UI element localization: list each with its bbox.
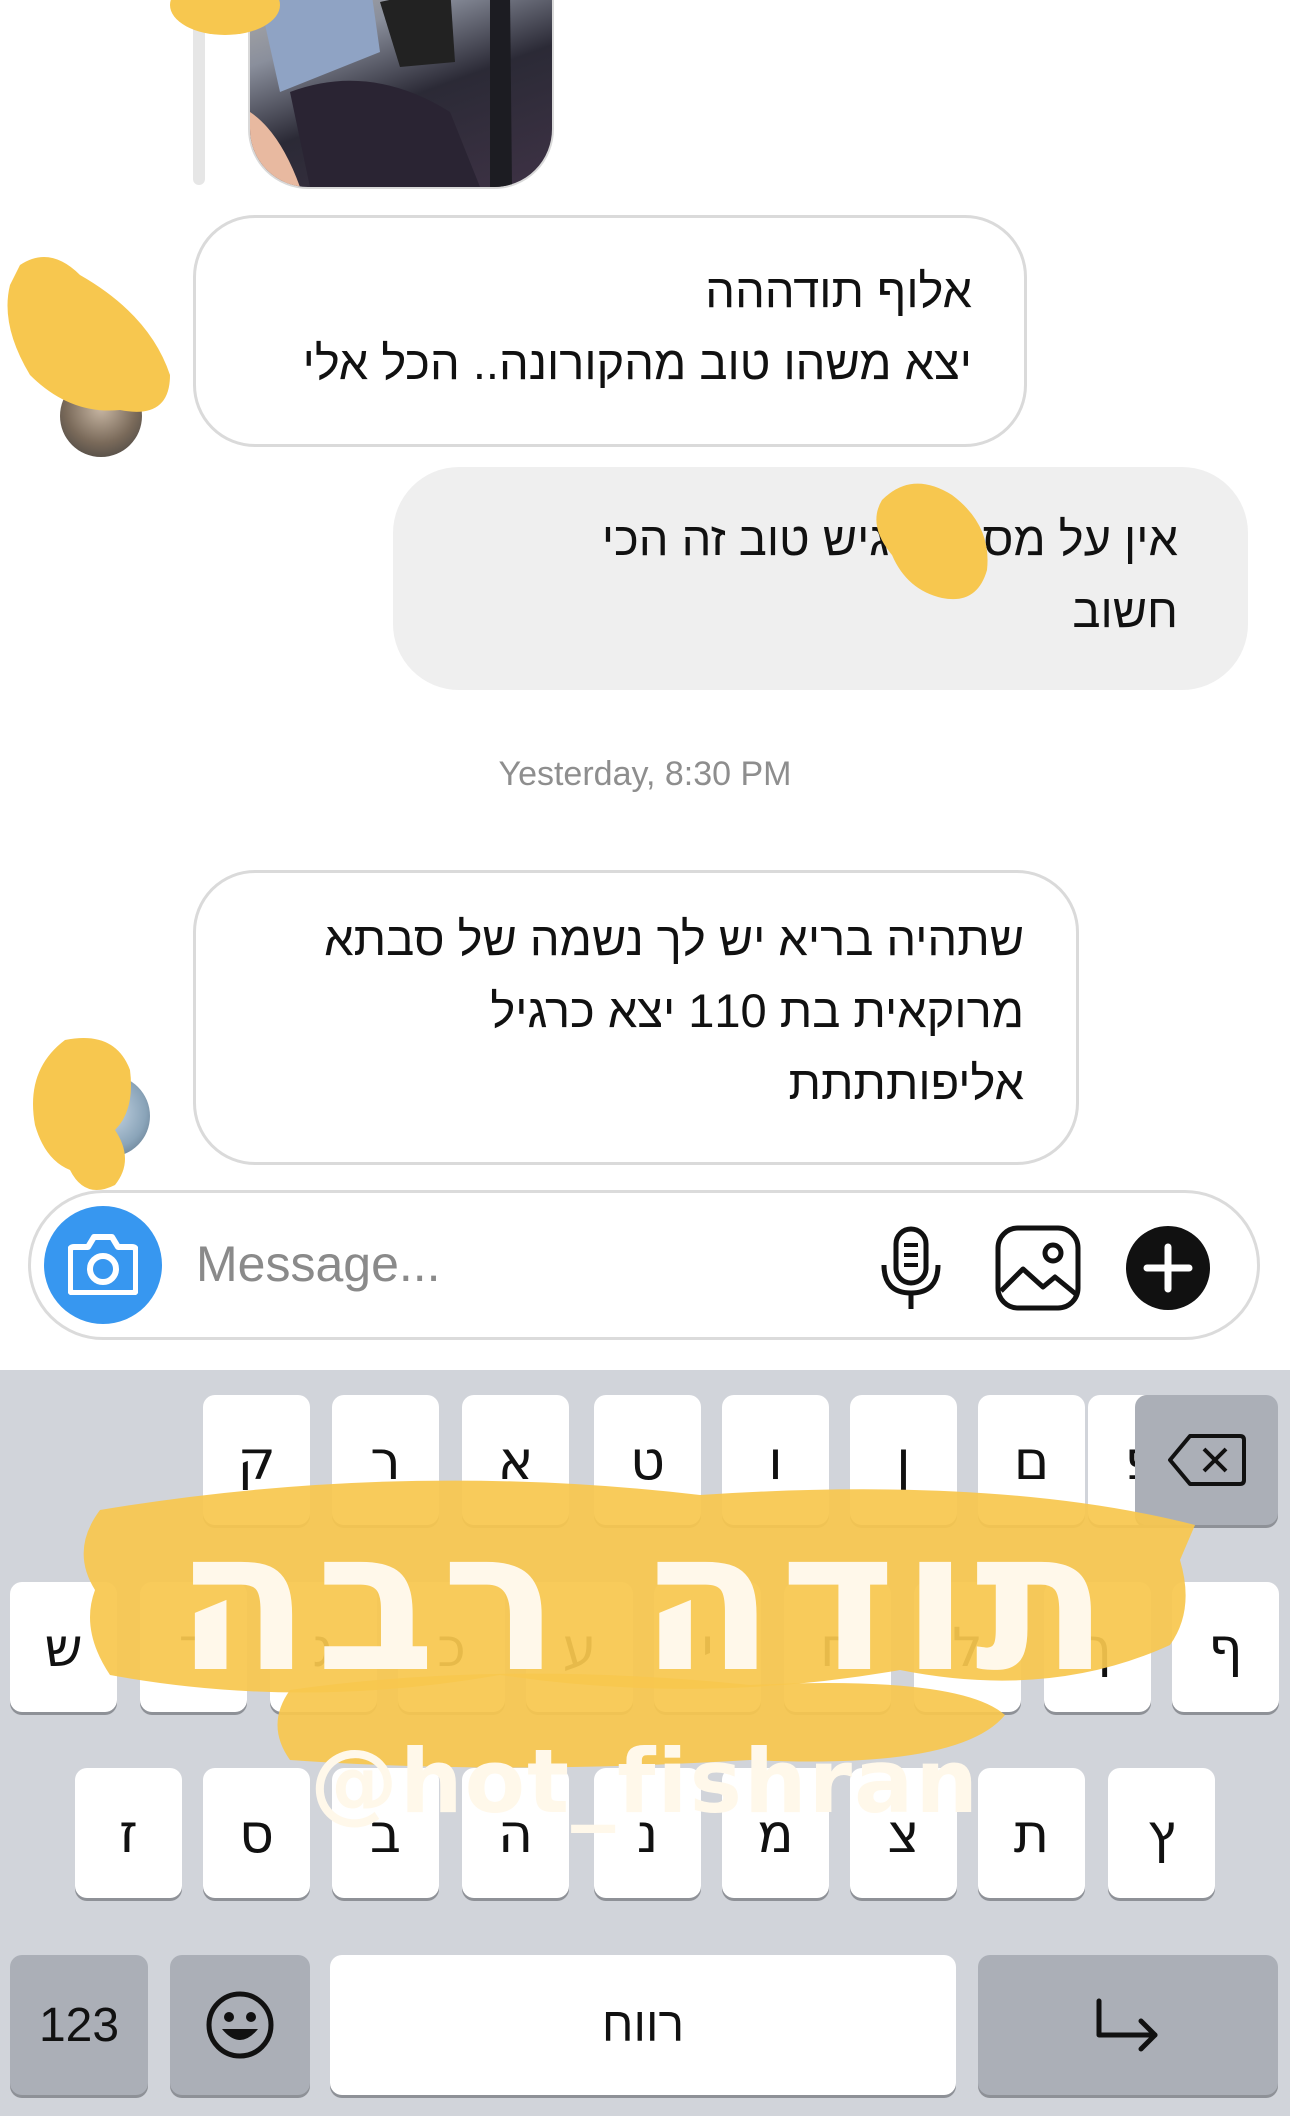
- numbers-key[interactable]: 123: [10, 1955, 148, 2095]
- shared-photo[interactable]: [248, 0, 554, 189]
- message-line: חשוב: [1072, 584, 1178, 637]
- message-line: אליפותתתת: [788, 1056, 1024, 1109]
- avatar[interactable]: [60, 375, 142, 457]
- gallery-icon: [995, 1225, 1081, 1311]
- incoming-message[interactable]: אלוף תודההה יצא משהו טוב מהקורונה.. הכל …: [193, 215, 1027, 447]
- message-line: שתהיה בריא יש לך נשמה של סבתא: [324, 912, 1024, 965]
- reply-line: [193, 0, 205, 185]
- space-key[interactable]: רווח: [330, 1955, 956, 2095]
- microphone-icon: [881, 1226, 941, 1309]
- return-icon: [1096, 1998, 1158, 2052]
- sticker-handle: @hot_fishran: [309, 1730, 981, 1833]
- message-input[interactable]: [194, 1228, 838, 1300]
- message-timestamp: Yesterday, 8:30 PM: [498, 755, 792, 793]
- message-line: אין על מסר תרגיש טוב זה הכי: [601, 512, 1178, 565]
- incoming-message[interactable]: שתהיה בריא יש לך נשמה של סבתא מרוקאית בת…: [193, 870, 1079, 1165]
- microphone-button[interactable]: [866, 1223, 956, 1313]
- return-key[interactable]: [978, 1955, 1278, 2095]
- outgoing-message[interactable]: אין על מסר תרגיש טוב זה הכי חשוב: [393, 467, 1248, 690]
- message-line: מרוקאית בת 110 יצא כרגיל: [490, 984, 1024, 1037]
- message-composer: [28, 1190, 1260, 1340]
- sticker-title: תודה רבה: [175, 1488, 1115, 1716]
- camera-button[interactable]: [44, 1206, 162, 1324]
- add-button[interactable]: [1123, 1223, 1213, 1313]
- message-line: אלוף תודההה: [705, 264, 972, 317]
- emoji-icon: [206, 1991, 274, 2059]
- emoji-key[interactable]: [170, 1955, 310, 2095]
- gallery-button[interactable]: [993, 1223, 1083, 1313]
- plus-icon: [1126, 1226, 1210, 1310]
- avatar[interactable]: [68, 1075, 150, 1157]
- message-line: יצא משהו טוב מהקורונה.. הכל אלי: [302, 336, 972, 389]
- camera-icon: [68, 1234, 138, 1295]
